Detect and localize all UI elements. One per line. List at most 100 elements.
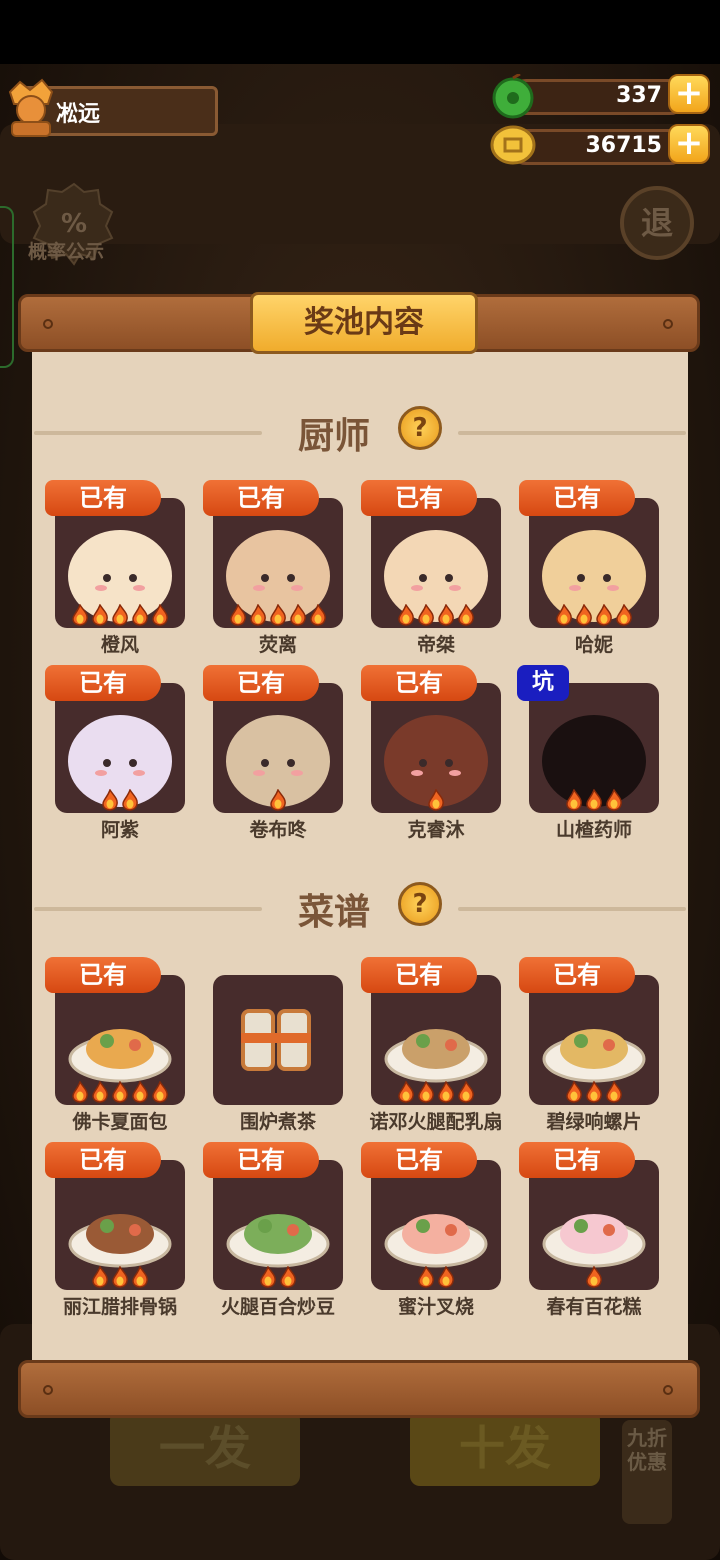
nail-icon xyxy=(43,1385,53,1395)
nail-icon xyxy=(663,1385,673,1395)
flame-icon xyxy=(566,1081,582,1103)
rarity-flames xyxy=(55,789,185,811)
rarity-flames xyxy=(371,789,501,811)
recipe-name: 碧绿响螺片 xyxy=(546,1111,642,1133)
rarity-flames xyxy=(213,604,343,626)
chef-name: 克睿沐 xyxy=(407,819,465,841)
recipe-name: 围炉煮茶 xyxy=(239,1111,316,1133)
rarity-flames xyxy=(213,1266,343,1288)
rarity-flames xyxy=(529,604,659,626)
flame-icon xyxy=(438,604,454,626)
rarity-flames xyxy=(529,1266,659,1288)
status-bar xyxy=(0,0,720,64)
flame-icon xyxy=(112,1081,128,1103)
owned-badge: 已有 xyxy=(203,665,319,701)
chef-name: 橙风 xyxy=(100,634,139,656)
owned-badge: 已有 xyxy=(45,665,161,701)
owned-badge: 已有 xyxy=(519,480,635,516)
chef-name: 山楂药师 xyxy=(555,819,632,841)
chef-card[interactable] xyxy=(55,498,185,628)
flame-icon xyxy=(616,604,632,626)
coin-value: 36715 xyxy=(585,133,662,158)
rarity-flames xyxy=(529,1081,659,1103)
add-jade-button[interactable]: + xyxy=(668,74,710,114)
new-badge: 坑 xyxy=(517,665,569,701)
recipe-card[interactable] xyxy=(55,975,185,1105)
recipe-name: 春有百花糕 xyxy=(546,1296,642,1318)
discount-tag: 九折优惠 xyxy=(622,1420,672,1524)
chef-card[interactable] xyxy=(371,683,501,813)
flame-icon xyxy=(112,1266,128,1288)
flame-icon xyxy=(270,789,286,811)
flame-icon xyxy=(310,604,326,626)
section-title-recipes: 菜谱 xyxy=(298,892,371,933)
section-divider xyxy=(458,431,686,435)
flame-icon xyxy=(418,1266,434,1288)
player-name: 凇远 xyxy=(56,102,101,127)
owned-badge: 已有 xyxy=(361,665,477,701)
recipe-help-button[interactable]: ? xyxy=(398,882,442,926)
back-button[interactable]: 退 xyxy=(620,186,694,260)
rarity-flames xyxy=(371,1266,501,1288)
recipe-card[interactable] xyxy=(55,1160,185,1290)
flame-icon xyxy=(260,1266,276,1288)
owned-badge: 已有 xyxy=(519,957,635,993)
add-coin-button[interactable]: + xyxy=(668,124,710,164)
owned-badge: 已有 xyxy=(361,957,477,993)
flame-icon xyxy=(122,789,138,811)
flame-icon xyxy=(280,1266,296,1288)
player-avatar-icon[interactable] xyxy=(4,78,58,138)
flame-icon xyxy=(152,1081,168,1103)
recipe-card[interactable] xyxy=(371,975,501,1105)
side-tab[interactable] xyxy=(0,206,14,368)
flame-icon xyxy=(586,1266,602,1288)
recipe-card[interactable] xyxy=(213,975,343,1105)
flame-icon xyxy=(586,1081,602,1103)
rarity-flames xyxy=(55,1266,185,1288)
flame-icon xyxy=(132,1081,148,1103)
flame-icon xyxy=(458,1081,474,1103)
flame-icon xyxy=(92,604,108,626)
owned-badge: 已有 xyxy=(203,480,319,516)
recipe-name: 火腿百合炒豆 xyxy=(220,1296,335,1318)
recipe-card[interactable] xyxy=(371,1160,501,1290)
flame-icon xyxy=(438,1081,454,1103)
nail-icon xyxy=(663,319,673,329)
flame-icon xyxy=(596,604,612,626)
flame-icon xyxy=(72,1081,88,1103)
single-draw-button[interactable]: 一发 xyxy=(110,1410,300,1486)
rarity-flames xyxy=(529,789,659,811)
chef-help-button[interactable]: ? xyxy=(398,406,442,450)
chef-card[interactable] xyxy=(371,498,501,628)
flame-icon xyxy=(72,604,88,626)
chef-card[interactable] xyxy=(529,683,659,813)
flame-icon xyxy=(428,789,444,811)
percent-icon: % xyxy=(61,209,87,239)
flame-icon xyxy=(576,604,592,626)
chef-card[interactable] xyxy=(529,498,659,628)
flame-icon xyxy=(398,604,414,626)
chef-name: 哈妮 xyxy=(574,634,613,656)
chef-card[interactable] xyxy=(213,683,343,813)
chef-name: 阿紫 xyxy=(100,819,139,841)
recipe-card[interactable] xyxy=(529,975,659,1105)
flame-icon xyxy=(132,604,148,626)
dish-icon xyxy=(241,1009,311,1071)
owned-badge: 已有 xyxy=(45,480,161,516)
flame-icon xyxy=(418,604,434,626)
nail-icon xyxy=(43,319,53,329)
chef-card[interactable] xyxy=(213,498,343,628)
chef-card[interactable] xyxy=(55,683,185,813)
flame-icon xyxy=(586,789,602,811)
rarity-flames xyxy=(55,604,185,626)
flame-icon xyxy=(398,1081,414,1103)
recipe-name: 佛卡夏面包 xyxy=(72,1111,168,1133)
flame-icon xyxy=(556,604,572,626)
recipe-card[interactable] xyxy=(213,1160,343,1290)
recipe-card[interactable] xyxy=(529,1160,659,1290)
ten-draw-button[interactable]: 十发 xyxy=(410,1410,600,1486)
section-divider xyxy=(34,431,262,435)
flame-icon xyxy=(606,789,622,811)
recipe-name: 丽江腊排骨锅 xyxy=(62,1296,177,1318)
flame-icon xyxy=(250,604,266,626)
